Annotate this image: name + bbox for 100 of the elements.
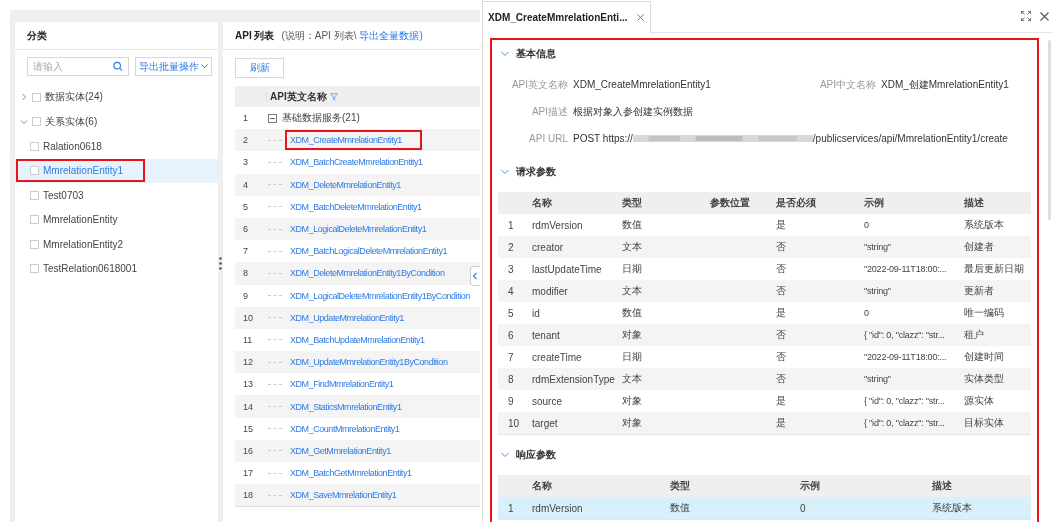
chevron-down-icon[interactable]	[501, 169, 509, 175]
row-number: 11	[242, 334, 254, 345]
checkbox[interactable]	[30, 190, 39, 200]
export-all-link[interactable]: 导出全量数据)	[359, 28, 423, 43]
detail-tab[interactable]: XDM_CreateMmrelationEnti...	[483, 1, 652, 33]
api-link[interactable]: XDM_BatchUpdateMmrelationEntity1	[285, 329, 445, 350]
tree-item[interactable]: Ralation0618	[43, 140, 102, 152]
checkbox[interactable]	[32, 117, 41, 127]
table-cell-text: "2022-09-11T18:00:...	[863, 352, 948, 362]
table-cell-text: 源实体	[963, 394, 995, 408]
row-number: 15	[242, 423, 254, 434]
table-cell-text: "string"	[863, 286, 892, 296]
table-cell-text: 4	[507, 285, 515, 297]
close-icon[interactable]	[1040, 11, 1049, 21]
row-number: 7	[242, 246, 249, 257]
collapse-icon[interactable]	[268, 113, 277, 123]
api-link[interactable]: XDM_StaticsMmrelationEntity1	[285, 396, 422, 417]
column-header: 名称	[531, 196, 553, 210]
drag-handle-icon[interactable]	[219, 257, 222, 270]
table-cell-text: creator	[531, 241, 565, 253]
table-cell-text: 是	[775, 218, 787, 232]
collapse-panel-button[interactable]	[470, 266, 480, 286]
table-cell-text: 是	[775, 394, 787, 408]
scrollbar[interactable]	[1048, 40, 1051, 220]
panel-title: 分类	[27, 28, 47, 43]
table-cell-text: { "id": 0, "clazz": "str...	[863, 330, 946, 340]
row-number: 6	[242, 224, 249, 235]
search-icon	[113, 61, 123, 72]
checkbox[interactable]	[30, 215, 39, 225]
api-link[interactable]: XDM_GetMmrelationEntity1	[285, 440, 411, 461]
panel-title: API 列表	[235, 28, 275, 43]
row-number: 1	[242, 113, 249, 124]
field-value: POST https://	[573, 133, 633, 144]
api-link[interactable]: XDM_BatchGetMmrelationEntity1	[285, 463, 432, 484]
table-cell-text: 8	[507, 373, 515, 385]
checkbox[interactable]	[32, 92, 41, 102]
search-field[interactable]: 请输入	[27, 57, 129, 76]
api-link[interactable]: XDM_UpdateMmrelationEntity1	[285, 307, 424, 328]
table-cell-text: 目标实体	[963, 416, 1005, 430]
filter-icon[interactable]	[329, 92, 338, 101]
api-link[interactable]: XDM_CountMmrelationEntity1	[285, 418, 420, 439]
column-header: 参数位置	[709, 196, 751, 210]
api-link[interactable]: XDM_BatchLogicalDeleteMmrelationEntity1	[285, 241, 468, 262]
table-cell-text: 文本	[621, 372, 643, 386]
table-cell-text: rdmExtensionType	[531, 373, 616, 385]
row-number: 10	[242, 312, 254, 323]
table-cell-text: 是	[775, 416, 787, 430]
table-cell-text: 对象	[621, 416, 643, 430]
tree-item[interactable]: TestRelation0618001	[43, 263, 137, 275]
api-link[interactable]: XDM_BatchDeleteMmrelationEntity1	[285, 196, 442, 217]
row-number: 17	[242, 468, 254, 479]
checkbox[interactable]	[30, 239, 39, 249]
checkbox[interactable]	[30, 166, 39, 176]
tree-item[interactable]: 数据实体(24)	[45, 90, 103, 105]
checkbox[interactable]	[30, 264, 39, 274]
chevron-down-icon[interactable]	[501, 452, 509, 458]
api-link[interactable]: XDM_LogicalDeleteMmrelationEntity1ByCondition	[285, 285, 480, 306]
group-name[interactable]: 基础数据服务(21)	[282, 111, 360, 126]
chevron-right-icon[interactable]	[20, 93, 28, 102]
column-header: 类型	[669, 479, 691, 493]
column-header: 描述	[963, 196, 985, 210]
close-icon[interactable]	[637, 14, 645, 21]
chevron-down-icon[interactable]	[501, 51, 509, 57]
row-number: 12	[242, 357, 254, 368]
row-number: 8	[242, 268, 249, 279]
table-cell-text: rdmVersion	[531, 219, 584, 231]
section-title: 响应参数	[516, 448, 556, 462]
api-link[interactable]: XDM_FindMmrelationEntity1	[285, 374, 414, 395]
table-cell-text: 文本	[621, 284, 643, 298]
api-link[interactable]: XDM_SaveMmrelationEntity1	[285, 485, 417, 506]
table-cell-text: 对象	[621, 394, 643, 408]
table-cell-text: 0	[863, 308, 870, 318]
table-cell-text: rdmVersion	[531, 502, 584, 514]
api-link[interactable]: XDM_DeleteMmrelationEntity1	[285, 174, 421, 195]
tree-item[interactable]: MmrelationEntity	[43, 214, 118, 226]
row-number: 4	[242, 179, 249, 190]
table-cell-text: 10	[507, 417, 521, 429]
table-cell-text: 日期	[621, 262, 643, 276]
search-input[interactable]: 请输入	[33, 61, 113, 72]
table-cell-text: 唯一编码	[963, 306, 1005, 320]
api-link[interactable]: XDM_LogicalDeleteMmrelationEntity1	[285, 219, 447, 240]
section-title: 请求参数	[516, 165, 556, 179]
field-value: /publicservices/api/MmrelationEntity1/create	[812, 133, 1008, 144]
table-cell-text: 否	[775, 372, 787, 386]
table-cell-text: 实体类型	[963, 372, 1005, 386]
checkbox[interactable]	[30, 141, 39, 151]
table-cell-text: 7	[507, 351, 515, 363]
refresh-button[interactable]: 刷新	[235, 58, 284, 78]
chevron-down-icon[interactable]	[20, 117, 28, 126]
api-link[interactable]: XDM_DeleteMmrelationEntity1ByCondition	[285, 263, 465, 284]
export-dropdown-button[interactable]: 导出批量操作	[135, 57, 212, 76]
api-link[interactable]: XDM_UpdateMmrelationEntity1ByCondition	[285, 352, 468, 373]
table-cell-text: lastUpdateTime	[531, 263, 603, 275]
api-link[interactable]: XDM_CreateMmrelationEntity1	[285, 130, 422, 151]
fullscreen-icon[interactable]	[1021, 11, 1031, 21]
tree-item[interactable]: Test0703	[43, 189, 84, 201]
api-link[interactable]: XDM_BatchCreateMmrelationEntity1	[285, 152, 443, 173]
tree-item[interactable]: MmrelationEntity2	[43, 238, 124, 250]
tree-item[interactable]: 关系实体(6)	[45, 114, 98, 129]
table-cell-text: 租户	[963, 328, 985, 342]
